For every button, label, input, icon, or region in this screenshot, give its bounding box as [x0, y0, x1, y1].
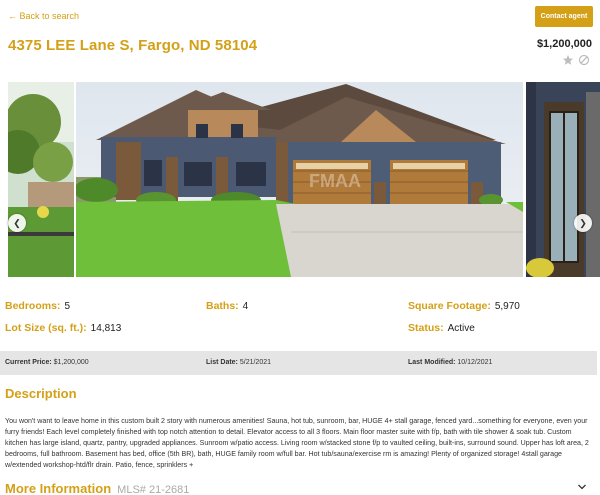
fact-label: Bedrooms: — [5, 300, 61, 312]
listing-actions — [562, 53, 590, 66]
summary-label: Last Modified: — [408, 359, 456, 366]
watermark-text: FMAA — [309, 171, 361, 191]
summary-value: 10/12/2021 — [457, 359, 493, 366]
photo-gallery[interactable]: FMAA ❮ ❯ — [0, 82, 600, 277]
summary-label: List Date: — [206, 359, 238, 366]
chevron-down-icon[interactable] — [576, 480, 588, 492]
mls-number: MLS# 21-2681 — [117, 484, 190, 495]
fact-baths: Baths: 4 — [206, 300, 248, 312]
gallery-photo-previous[interactable] — [8, 82, 74, 277]
ban-icon[interactable] — [578, 53, 590, 66]
gallery-photo-main[interactable]: FMAA — [76, 82, 523, 277]
fact-value: 4 — [242, 301, 249, 312]
fact-bedrooms: Bedrooms: 5 — [5, 300, 70, 312]
description-text: You won't want to leave home in this cus… — [5, 417, 589, 469]
more-information-label: More Information — [5, 481, 112, 495]
fact-label: Square Footage: — [408, 300, 491, 312]
summary-value: $1,200,000 — [53, 359, 89, 366]
fact-label: Lot Size (sq. ft.): — [5, 322, 87, 334]
chevron-right-icon[interactable]: ❯ — [574, 214, 592, 232]
fact-status: Status: Active — [408, 322, 475, 334]
star-icon[interactable] — [562, 53, 574, 65]
summary-label: Current Price: — [5, 359, 52, 366]
summary-value: 5/21/2021 — [239, 359, 272, 366]
listing-address: 4375 LEE Lane S, Fargo, ND 58104 — [8, 37, 258, 54]
fact-value: 5,970 — [494, 301, 520, 312]
fact-square-footage: Square Footage: 5,970 — [408, 300, 520, 312]
fact-value: Active — [447, 323, 475, 334]
last-modified: Last Modified: 10/12/2021 — [408, 359, 492, 366]
chevron-left-icon[interactable]: ❮ — [8, 214, 26, 232]
gallery-photo-next[interactable] — [526, 82, 600, 277]
contact-agent-button[interactable]: Contact agent — [535, 6, 593, 27]
listing-summary-bar: Current Price: $1,200,000 List Date: 5/2… — [0, 351, 597, 375]
fact-label: Status: — [408, 322, 444, 334]
listing-price: $1,200,000 — [536, 38, 592, 50]
fact-value: 5 — [64, 301, 70, 312]
fact-value: 14,813 — [90, 323, 122, 334]
fact-label: Baths: — [206, 300, 239, 312]
back-to-search-link[interactable]: ← Back to search — [8, 11, 79, 21]
description-heading: Description — [5, 386, 77, 401]
list-date: List Date: 5/21/2021 — [206, 359, 271, 366]
more-information-heading[interactable]: More Information MLS# 21-2681 — [5, 481, 189, 495]
fact-lot-size: Lot Size (sq. ft.): 14,813 — [5, 322, 121, 334]
current-price: Current Price: $1,200,000 — [5, 359, 89, 366]
